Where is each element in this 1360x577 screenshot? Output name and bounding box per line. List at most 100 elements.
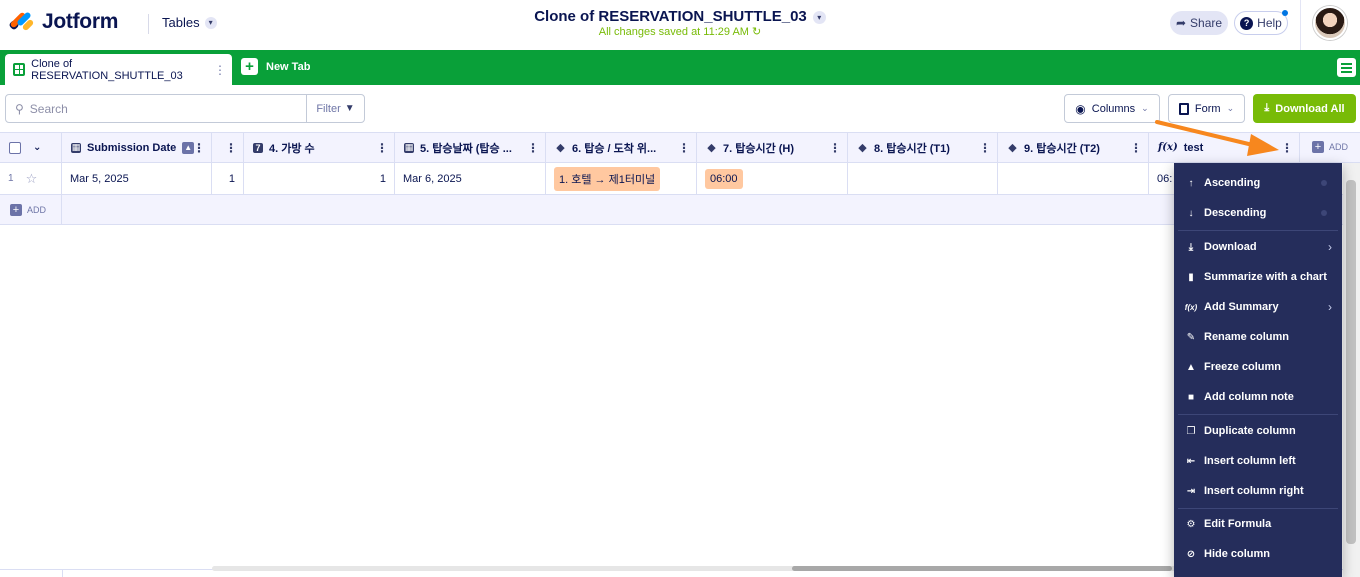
menu-item-label: Ascending	[1204, 177, 1261, 189]
gear-icon: ⚙	[1186, 518, 1196, 530]
column-header-submission-date[interactable]: ▦ Submission Date ▲ ⋮	[62, 133, 212, 162]
search-input[interactable]: Search	[30, 102, 68, 116]
tab-active-table[interactable]: Clone of RESERVATION_SHUTTLE_03 ⋮	[5, 54, 232, 85]
hamburger-menu-icon[interactable]	[1337, 58, 1356, 77]
cell-value: 06:	[1157, 172, 1173, 185]
menu-item-label: Summarize with a chart	[1204, 271, 1327, 283]
column-header-hidden[interactable]: ⋮	[212, 133, 244, 162]
new-tab-button[interactable]: + New Tab	[241, 58, 310, 75]
menu-item-label: Freeze column	[1204, 361, 1282, 373]
help-button[interactable]: ? Help	[1234, 10, 1288, 35]
column-context-menu: ↑ Ascending ↓ Descending ⤓ Download › ▮ …	[1174, 163, 1342, 577]
menu-item-label: Edit Formula	[1204, 518, 1272, 530]
avatar[interactable]	[1313, 6, 1347, 40]
plus-icon: +	[241, 58, 258, 75]
form-label: Form	[1194, 102, 1221, 115]
column-menu-icon[interactable]: ⋮	[527, 141, 539, 155]
cell-hidden[interactable]: 1	[212, 163, 244, 194]
column-header-label: 4. 가방 수	[269, 142, 315, 155]
menu-item-edit-formula[interactable]: ⚙ Edit Formula	[1174, 509, 1342, 539]
menu-item-label: Insert column right	[1204, 485, 1304, 497]
share-icon: ➦	[1175, 16, 1187, 30]
column-header-time-h[interactable]: ◆ 7. 탑승시간 (H) ⋮	[697, 133, 848, 162]
form-icon	[1178, 102, 1189, 115]
column-menu-icon[interactable]: ⋮	[979, 141, 991, 155]
chevron-down-icon: ⌄	[1226, 103, 1235, 113]
menu-item-insert-left[interactable]: ⇤ Insert column left	[1174, 446, 1342, 476]
share-label: Share	[1190, 16, 1223, 30]
menu-item-insert-right[interactable]: ⇥ Insert column right	[1174, 476, 1342, 506]
menu-item-add-note[interactable]: ■ Add column note	[1174, 382, 1342, 412]
pin-icon: ▲	[1186, 361, 1196, 373]
table-row[interactable]: 1 ☆ Mar 5, 2025 1 1 Mar 6, 2025 1. 호텔 → …	[0, 163, 1360, 195]
menu-item-label: Add column note	[1204, 391, 1294, 403]
tag-icon: ◆	[556, 142, 565, 154]
cell-time-t2[interactable]	[998, 163, 1149, 194]
horizontal-scrollbar-thumb[interactable]	[792, 566, 1172, 571]
cell-time-h[interactable]: 06:00	[697, 163, 848, 194]
formula-icon: f(x)	[1184, 302, 1198, 312]
annotation-arrow	[1155, 120, 1279, 156]
help-label: Help	[1257, 16, 1282, 30]
help-icon: ?	[1240, 16, 1254, 30]
title-chevron-down-icon[interactable]: ▾	[812, 10, 826, 24]
menu-item-ascending[interactable]: ↑ Ascending	[1174, 168, 1342, 198]
column-header-label: 6. 탑승 / 도착 위...	[572, 142, 657, 155]
column-menu-icon[interactable]: ⋮	[193, 141, 205, 155]
download-icon: ⤓	[1188, 241, 1194, 253]
vertical-scrollbar-thumb[interactable]	[1346, 180, 1356, 544]
column-header-time-t2[interactable]: ◆ 9. 탑승시간 (T2) ⋮	[998, 133, 1149, 162]
column-header-label: Submission Date	[87, 141, 177, 154]
menu-item-descending[interactable]: ↓ Descending	[1174, 198, 1342, 228]
document-title[interactable]: Clone of RESERVATION_SHUTTLE_03	[534, 8, 807, 25]
add-column-button[interactable]: + ADD	[1312, 141, 1348, 153]
cell-boarding-date[interactable]: Mar 6, 2025	[395, 163, 546, 194]
search-icon: ⚲	[15, 101, 24, 116]
save-status-wrap: All changes saved at 11:29 AM ↻	[0, 25, 1360, 38]
star-icon[interactable]: ☆	[26, 171, 38, 187]
plus-icon: +	[1312, 141, 1324, 153]
cell-location[interactable]: 1. 호텔 → 제1터미널	[546, 163, 697, 194]
tab-more-icon[interactable]: ⋮	[214, 63, 226, 77]
share-button[interactable]: ➦ Share	[1170, 11, 1228, 35]
menu-item-add-summary[interactable]: f(x) Add Summary ›	[1174, 292, 1342, 322]
chevron-down-icon[interactable]: ⌄	[33, 142, 41, 153]
cell-bags[interactable]: 1	[244, 163, 395, 194]
cell-time-t1[interactable]	[848, 163, 998, 194]
column-menu-icon[interactable]: ⋮	[678, 141, 690, 155]
insert-right-icon: ⇥	[1186, 485, 1196, 497]
cell-value: 1	[379, 172, 386, 185]
new-tab-label: New Tab	[266, 60, 311, 73]
column-header-time-t1[interactable]: ◆ 8. 탑승시간 (T1) ⋮	[848, 133, 998, 162]
search-box[interactable]: ⚲ Search Filter ▼	[5, 94, 365, 123]
header-divider-right	[1300, 0, 1301, 50]
columns-button[interactable]: ◉ Columns ⌄	[1064, 94, 1160, 123]
insert-left-icon: ⇤	[1186, 455, 1196, 467]
column-menu-icon[interactable]: ⋮	[376, 141, 388, 155]
menu-item-label: Descending	[1204, 207, 1267, 219]
column-menu-icon[interactable]: ⋮	[225, 141, 237, 155]
menu-item-rename[interactable]: ✎ Rename column	[1174, 322, 1342, 352]
option-chip: 06:00	[705, 168, 743, 189]
column-header-location[interactable]: ◆ 6. 탑승 / 도착 위... ⋮	[546, 133, 697, 162]
column-menu-icon[interactable]: ⋮	[1130, 141, 1142, 155]
menu-item-freeze[interactable]: ▲ Freeze column	[1174, 352, 1342, 382]
download-icon: ⤓	[1264, 102, 1270, 114]
menu-item-download[interactable]: ⤓ Download ›	[1174, 232, 1342, 262]
filter-button[interactable]: Filter ▼	[306, 95, 364, 122]
menu-item-summarize-chart[interactable]: ▮ Summarize with a chart	[1174, 262, 1342, 292]
number-icon: 7	[253, 142, 263, 153]
select-all-checkbox[interactable]	[9, 141, 21, 154]
menu-item-duplicate[interactable]: ❐ Duplicate column	[1174, 416, 1342, 446]
menu-separator	[1178, 230, 1338, 231]
download-all-label: Download All	[1275, 102, 1345, 115]
menu-item-hide[interactable]: ⊘ Hide column	[1174, 539, 1342, 569]
tag-icon: ◆	[858, 142, 867, 154]
column-header-boarding-date[interactable]: ▦ 5. 탑승날짜 (탑승 ... ⋮	[395, 133, 546, 162]
add-row-bar: + ADD	[0, 195, 1360, 225]
add-row-button[interactable]: + ADD	[10, 204, 46, 216]
column-header-bags[interactable]: 7 4. 가방 수 ⋮	[244, 133, 395, 162]
horizontal-scrollbar[interactable]	[212, 566, 1332, 571]
column-menu-icon[interactable]: ⋮	[829, 141, 841, 155]
cell-submission-date[interactable]: Mar 5, 2025	[62, 163, 212, 194]
